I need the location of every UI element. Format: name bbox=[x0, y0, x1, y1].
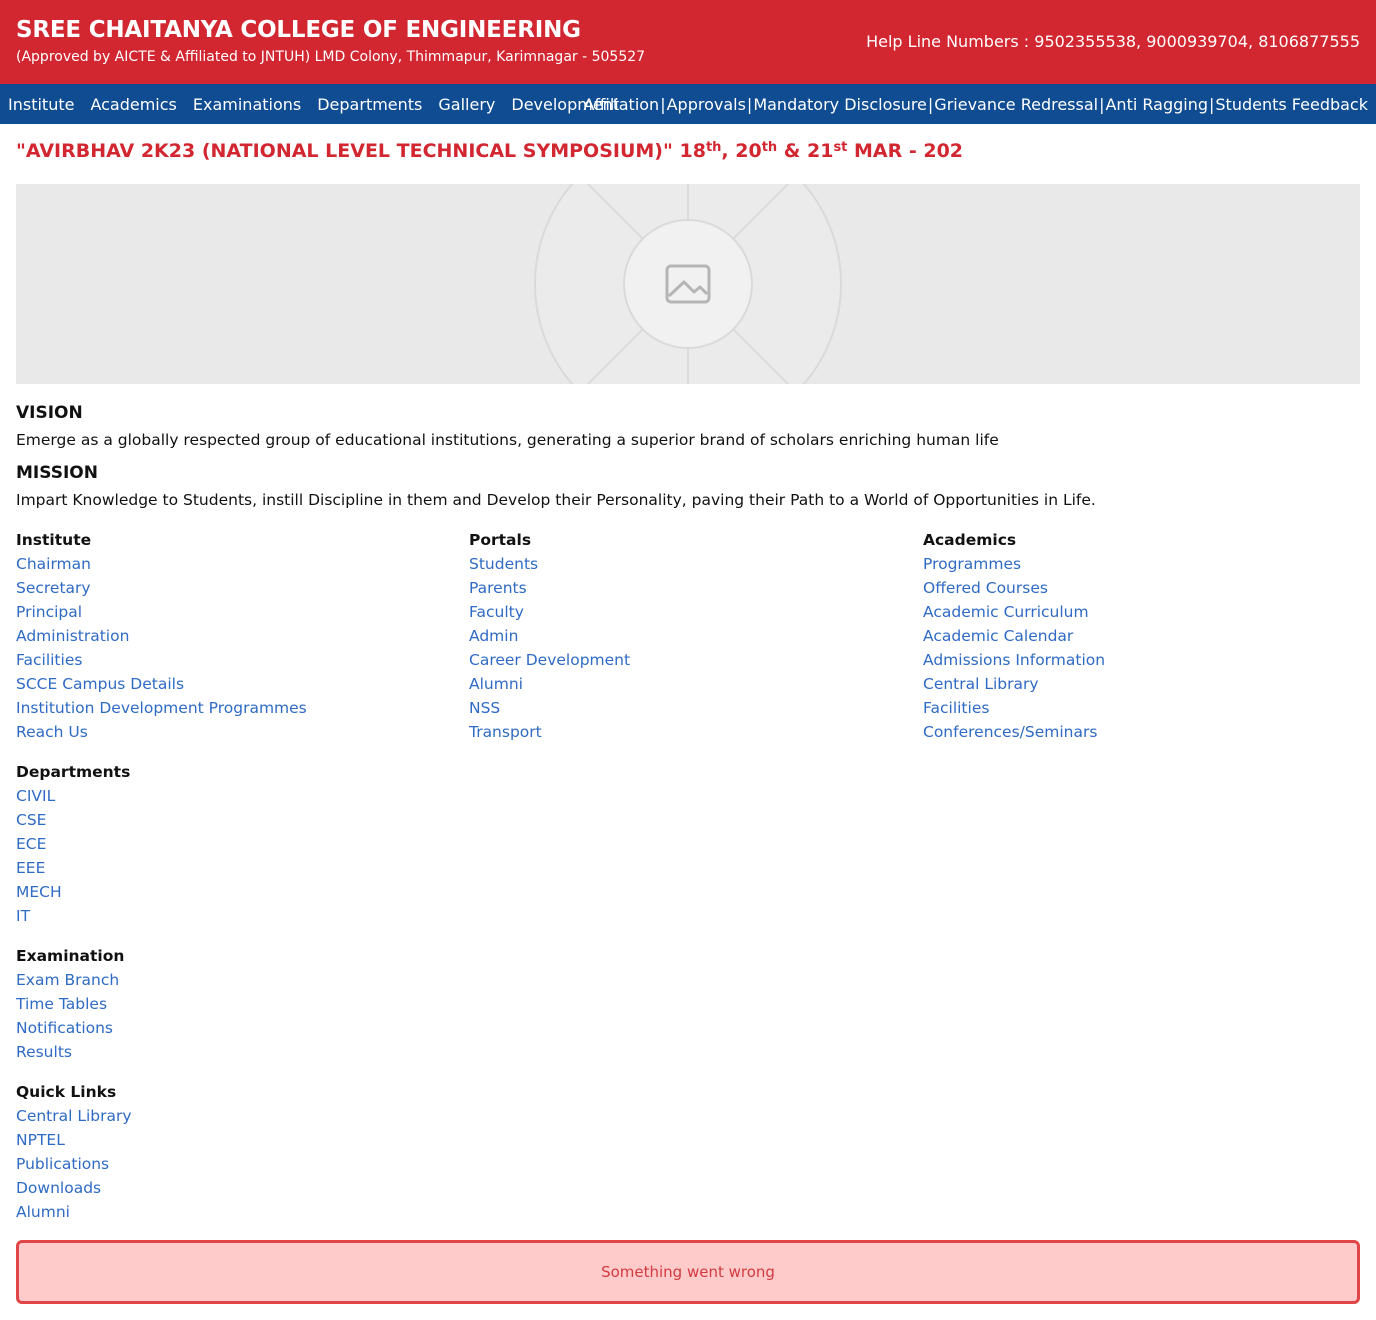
link-results[interactable]: Results bbox=[16, 1040, 124, 1064]
college-address: (Approved by AICTE & Affiliated to JNTUH… bbox=[16, 49, 646, 65]
mission-text: Impart Knowledge to Students, instill Di… bbox=[16, 491, 1096, 509]
nav-gallery[interactable]: Gallery bbox=[438, 95, 495, 114]
link-administration[interactable]: Administration bbox=[16, 624, 307, 648]
link-programmes[interactable]: Programmes bbox=[923, 552, 1105, 576]
nav-separator: | bbox=[927, 95, 934, 114]
link-transport[interactable]: Transport bbox=[469, 720, 630, 744]
link-publications[interactable]: Publications bbox=[16, 1152, 132, 1176]
event-title-suffix: MAR - 202 bbox=[847, 140, 964, 162]
link-facilities[interactable]: Facilities bbox=[16, 648, 307, 672]
link-exam-branch[interactable]: Exam Branch bbox=[16, 968, 124, 992]
link-academic-curriculum[interactable]: Academic Curriculum bbox=[923, 600, 1105, 624]
nav-separator: | bbox=[1099, 95, 1105, 114]
column-title: Portals bbox=[469, 531, 532, 549]
nav-approvals[interactable]: Approvals bbox=[667, 95, 746, 114]
link-principal[interactable]: Principal bbox=[16, 600, 307, 624]
nav-separator: | bbox=[660, 95, 666, 114]
ordinal-suffix: th bbox=[761, 140, 778, 155]
link-central-library[interactable]: Central Library bbox=[923, 672, 1105, 696]
link-nss[interactable]: NSS bbox=[469, 696, 630, 720]
nav-students-feedback[interactable]: Students Feedback bbox=[1215, 95, 1368, 114]
link-conferences-seminars[interactable]: Conferences/Seminars bbox=[923, 720, 1105, 744]
link-time-tables[interactable]: Time Tables bbox=[16, 992, 124, 1016]
link-admissions-information[interactable]: Admissions Information bbox=[923, 648, 1105, 672]
link-campus-details[interactable]: SCCE Campus Details bbox=[16, 672, 307, 696]
nav-mandatory-disclosure[interactable]: Mandatory Disclosure bbox=[753, 95, 927, 114]
footer-column-examination: Examination Exam Branch Time Tables Noti… bbox=[16, 944, 124, 1064]
mission-heading: MISSION bbox=[16, 463, 98, 483]
event-banner bbox=[16, 184, 1360, 384]
link-central-library[interactable]: Central Library bbox=[16, 1104, 132, 1128]
vision-text: Emerge as a globally respected group of … bbox=[16, 431, 999, 449]
event-title: "AVIRBHAV 2K23 (NATIONAL LEVEL TECHNICAL… bbox=[16, 140, 963, 162]
link-nptel[interactable]: NPTEL bbox=[16, 1128, 132, 1152]
event-title-part: , 20 bbox=[721, 140, 762, 162]
image-placeholder-icon bbox=[468, 184, 908, 384]
vision-heading: VISION bbox=[16, 403, 83, 423]
nav-primary: Institute Academics Examinations Departm… bbox=[8, 95, 619, 114]
link-chairman[interactable]: Chairman bbox=[16, 552, 307, 576]
link-alumni[interactable]: Alumni bbox=[469, 672, 630, 696]
college-name[interactable]: SREE CHAITANYA COLLEGE OF ENGINEERING bbox=[16, 17, 581, 43]
ordinal-suffix: th bbox=[705, 140, 722, 155]
link-civil[interactable]: CIVIL bbox=[16, 784, 130, 808]
link-cse[interactable]: CSE bbox=[16, 808, 130, 832]
main-navbar: Institute Academics Examinations Departm… bbox=[0, 84, 1376, 124]
link-it[interactable]: IT bbox=[16, 904, 130, 928]
footer-column-departments: Departments CIVIL CSE ECE EEE MECH IT bbox=[16, 760, 130, 928]
link-academic-calendar[interactable]: Academic Calendar bbox=[923, 624, 1105, 648]
site-header: SREE CHAITANYA COLLEGE OF ENGINEERING (A… bbox=[0, 0, 1376, 84]
link-institution-development[interactable]: Institution Development Programmes bbox=[16, 696, 307, 720]
nav-secondary: Affiliation | Approvals | Mandatory Disc… bbox=[583, 95, 1368, 114]
footer-column-institute: Institute Chairman Secretary Principal A… bbox=[16, 528, 307, 744]
link-students[interactable]: Students bbox=[469, 552, 630, 576]
column-title: Quick Links bbox=[16, 1083, 117, 1101]
link-alumni[interactable]: Alumni bbox=[16, 1200, 132, 1224]
link-eee[interactable]: EEE bbox=[16, 856, 130, 880]
footer-column-portals: Portals Students Parents Faculty Admin C… bbox=[469, 528, 630, 744]
nav-academics[interactable]: Academics bbox=[90, 95, 176, 114]
footer-column-academics: Academics Programmes Offered Courses Aca… bbox=[923, 528, 1105, 744]
nav-separator: | bbox=[1209, 95, 1215, 114]
nav-grievance-redressal[interactable]: Grievance Redressal bbox=[934, 95, 1098, 114]
nav-affiliation[interactable]: Affiliation bbox=[583, 95, 659, 114]
helpline-numbers: Help Line Numbers : 9502355538, 90009397… bbox=[866, 32, 1360, 51]
link-mech[interactable]: MECH bbox=[16, 880, 130, 904]
nav-institute[interactable]: Institute bbox=[8, 95, 74, 114]
nav-anti-ragging[interactable]: Anti Ragging bbox=[1105, 95, 1208, 114]
link-ece[interactable]: ECE bbox=[16, 832, 130, 856]
link-offered-courses[interactable]: Offered Courses bbox=[923, 576, 1105, 600]
link-downloads[interactable]: Downloads bbox=[16, 1176, 132, 1200]
event-title-prefix: "AVIRBHAV 2K23 (NATIONAL LEVEL TECHNICAL… bbox=[16, 140, 706, 162]
nav-examinations[interactable]: Examinations bbox=[193, 95, 301, 114]
link-career-development[interactable]: Career Development bbox=[469, 648, 630, 672]
ordinal-suffix: st bbox=[833, 140, 848, 155]
link-reach-us[interactable]: Reach Us bbox=[16, 720, 307, 744]
error-message: Something went wrong bbox=[601, 1263, 775, 1281]
nav-departments[interactable]: Departments bbox=[317, 95, 422, 114]
error-message-box: Something went wrong bbox=[16, 1240, 1360, 1304]
link-facilities[interactable]: Facilities bbox=[923, 696, 1105, 720]
column-title: Examination bbox=[16, 947, 125, 965]
column-title: Departments bbox=[16, 763, 131, 781]
nav-separator: | bbox=[746, 95, 753, 114]
link-secretary[interactable]: Secretary bbox=[16, 576, 307, 600]
link-parents[interactable]: Parents bbox=[469, 576, 630, 600]
link-notifications[interactable]: Notifications bbox=[16, 1016, 124, 1040]
link-admin[interactable]: Admin bbox=[469, 624, 630, 648]
link-faculty[interactable]: Faculty bbox=[469, 600, 630, 624]
column-title: Institute bbox=[16, 531, 92, 549]
column-title: Academics bbox=[923, 531, 1017, 549]
event-title-part: & 21 bbox=[777, 140, 834, 162]
footer-column-quick-links: Quick Links Central Library NPTEL Public… bbox=[16, 1080, 132, 1224]
